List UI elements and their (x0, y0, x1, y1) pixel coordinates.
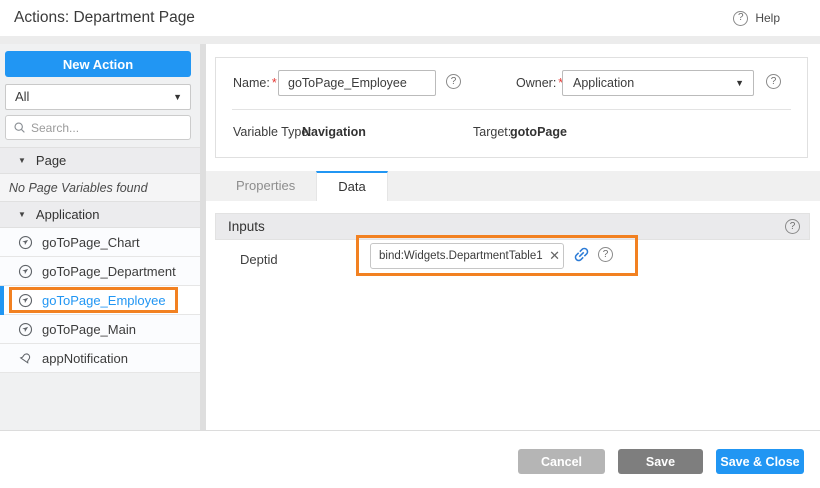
footer-bar: Cancel Save Save & Close (0, 430, 820, 488)
clear-icon[interactable]: ✕ (549, 243, 560, 269)
target-label: Target: (473, 125, 511, 139)
action-name: goToPage_Main (42, 322, 136, 337)
sidebar-item-goToPage_Chart[interactable]: goToPage_Chart (0, 228, 200, 257)
action-name: appNotification (42, 351, 128, 366)
variable-type-value: Navigation (302, 125, 366, 139)
deptid-label: Deptid (240, 252, 278, 267)
cancel-button[interactable]: Cancel (518, 449, 605, 474)
actions-sidebar: New Action All ▼ ▼ Page No Page Variable… (0, 44, 200, 430)
sidebar-item-goToPage_Department[interactable]: goToPage_Department (0, 257, 200, 286)
help-label: Help (755, 11, 780, 25)
owner-label: Owner:* (516, 76, 563, 90)
filter-value: All (15, 85, 29, 109)
target-value: gotoPage (510, 125, 567, 139)
search-icon (13, 121, 26, 134)
page-empty-message: No Page Variables found (0, 174, 200, 201)
action-detail-panel: Name:* ? Owner:* Application ▼ ? Variabl… (206, 44, 820, 430)
page-title: Actions: Department Page (14, 0, 195, 36)
sidebar-action-list: goToPage_Chart goToPage_Department goToPag… (0, 228, 200, 373)
sidebar-item-goToPage_Main[interactable]: goToPage_Main (0, 315, 200, 344)
action-name: goToPage_Department (42, 264, 176, 279)
card-divider (232, 109, 791, 110)
chevron-down-icon: ▼ (173, 85, 182, 109)
new-action-button[interactable]: New Action (5, 51, 191, 77)
owner-help-icon[interactable]: ? (766, 74, 781, 89)
sidebar-item-appNotification[interactable]: appNotification (0, 344, 200, 373)
search-box[interactable] (5, 115, 191, 140)
section-label: Application (36, 207, 100, 222)
deptid-bind-field: ✕ (370, 243, 564, 269)
deptid-help-icon[interactable]: ? (598, 247, 613, 262)
navigation-icon (18, 293, 33, 308)
section-page[interactable]: ▼ Page (0, 147, 200, 174)
selected-indicator-bar (0, 286, 4, 315)
deptid-input[interactable] (370, 243, 564, 269)
owner-dropdown[interactable]: Application ▼ (562, 70, 754, 96)
save-close-button[interactable]: Save & Close (716, 449, 804, 474)
chevron-down-icon: ▼ (735, 71, 744, 95)
tab-bar: PropertiesData (206, 171, 820, 201)
name-help-icon[interactable]: ? (446, 74, 461, 89)
navigation-icon (18, 235, 33, 250)
triangle-down-icon: ▼ (18, 156, 26, 165)
navigation-icon (18, 264, 33, 279)
name-label: Name:* (233, 76, 277, 90)
section-application[interactable]: ▼ Application (0, 201, 200, 228)
tab-properties[interactable]: Properties (215, 171, 316, 201)
action-summary-card: Name:* ? Owner:* Application ▼ ? Variabl… (215, 57, 808, 158)
help-icon: ? (733, 11, 748, 26)
inputs-title: Inputs (228, 214, 265, 239)
help-button[interactable]: ? Help (733, 0, 780, 36)
save-button[interactable]: Save (618, 449, 703, 474)
action-name: goToPage_Chart (42, 235, 140, 250)
search-input[interactable] (31, 121, 186, 135)
tab-data[interactable]: Data (316, 171, 387, 201)
variable-type-label: Variable Type: (233, 125, 312, 139)
name-field[interactable] (278, 70, 436, 96)
sidebar-item-goToPage_Employee[interactable]: goToPage_Employee (0, 286, 200, 315)
inputs-section-header: Inputs ? (215, 213, 810, 240)
navigation-icon (18, 322, 33, 337)
bind-link-icon[interactable] (572, 245, 591, 264)
inputs-help-icon[interactable]: ? (785, 219, 800, 234)
section-label: Page (36, 153, 66, 168)
required-asterisk: * (272, 76, 277, 90)
filter-dropdown[interactable]: All ▼ (5, 84, 191, 110)
owner-value: Application (573, 71, 634, 95)
action-name: goToPage_Employee (42, 293, 166, 308)
notification-icon (18, 351, 33, 366)
triangle-down-icon: ▼ (18, 210, 26, 219)
title-bar: Actions: Department Page ? Help (0, 0, 820, 36)
